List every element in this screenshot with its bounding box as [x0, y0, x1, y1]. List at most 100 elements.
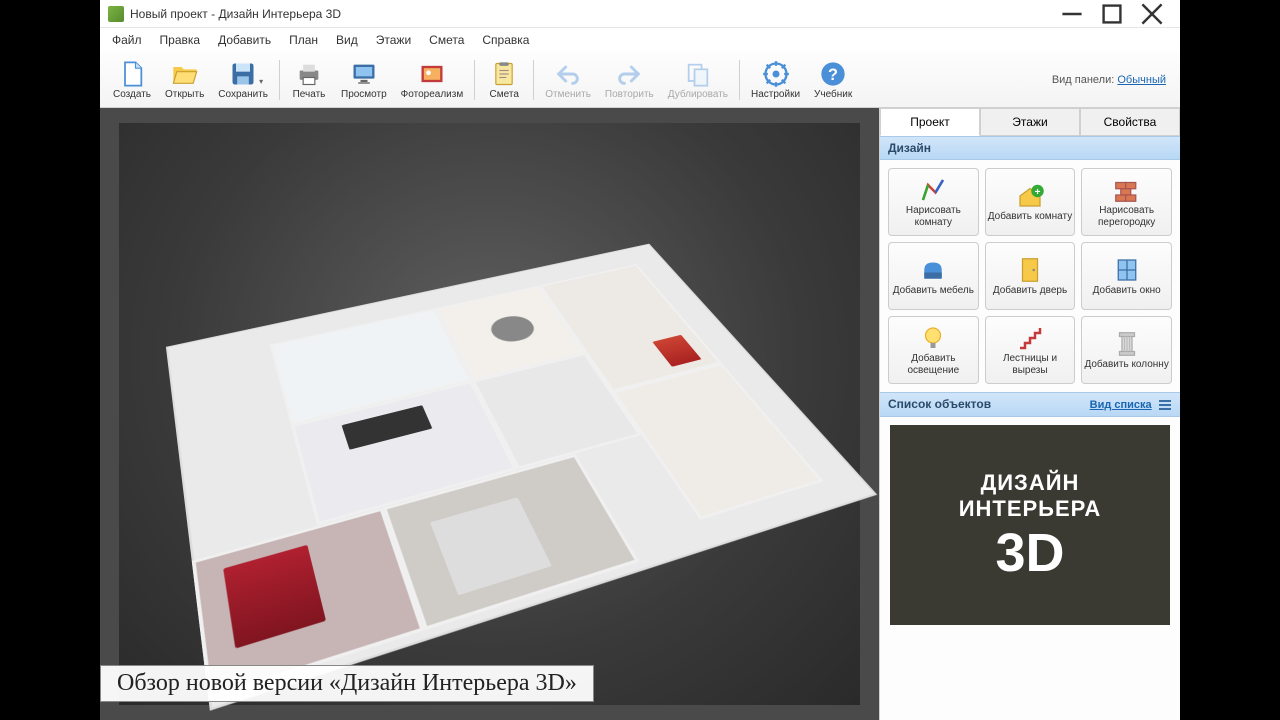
- menu-add[interactable]: Добавить: [210, 31, 279, 49]
- separator: [739, 60, 740, 100]
- open-label: Открыть: [165, 89, 204, 100]
- print-label: Печать: [293, 89, 326, 100]
- promo-banner: ДИЗАЙН ИНТЕРЬЕРА 3D: [890, 425, 1170, 625]
- menu-help[interactable]: Справка: [474, 31, 537, 49]
- add-room-icon: +: [1015, 181, 1045, 211]
- maximize-button[interactable]: [1092, 2, 1132, 26]
- estimate-button[interactable]: Смета: [479, 57, 529, 103]
- tab-floors[interactable]: Этажи: [980, 108, 1080, 135]
- light-icon: [918, 323, 948, 353]
- window-controls: [1052, 2, 1172, 26]
- furniture-icon: [918, 255, 948, 285]
- app-window: Новый проект - Дизайн Интерьера 3D Файл …: [100, 0, 1180, 720]
- menu-view[interactable]: Вид: [328, 31, 366, 49]
- close-button[interactable]: [1132, 2, 1172, 26]
- design-label: Нарисовать перегородку: [1084, 205, 1169, 229]
- duplicate-label: Дублировать: [668, 89, 728, 100]
- list-view-icon[interactable]: [1158, 398, 1172, 412]
- object-list-title: Список объектов: [888, 397, 991, 411]
- add-window-button[interactable]: Добавить окно: [1081, 242, 1172, 310]
- add-door-button[interactable]: Добавить дверь: [985, 242, 1076, 310]
- redo-button[interactable]: Повторить: [598, 57, 661, 103]
- add-room-button[interactable]: + Добавить комнату: [985, 168, 1076, 236]
- design-label: Добавить мебель: [893, 285, 974, 297]
- add-light-button[interactable]: Добавить освещение: [888, 316, 979, 384]
- design-label: Добавить освещение: [891, 353, 976, 377]
- preview-button[interactable]: Просмотр: [334, 57, 394, 103]
- design-header: Дизайн: [880, 136, 1180, 160]
- redo-label: Повторить: [605, 89, 654, 100]
- add-column-button[interactable]: Добавить колонну: [1081, 316, 1172, 384]
- object-list-header: Список объектов Вид списка: [880, 392, 1180, 417]
- printer-icon: [295, 60, 323, 88]
- separator: [474, 60, 475, 100]
- folder-open-icon: [171, 60, 199, 88]
- photoreal-button[interactable]: Фотореализм: [394, 57, 471, 103]
- design-label: Нарисовать комнату: [891, 205, 976, 229]
- workspace: Проект Этажи Свойства Дизайн Нарисовать …: [100, 108, 1180, 720]
- menu-plan[interactable]: План: [281, 31, 326, 49]
- photoreal-label: Фотореализм: [401, 89, 464, 100]
- design-label: Добавить дверь: [993, 285, 1067, 297]
- design-label: Добавить колонну: [1084, 359, 1168, 371]
- menu-edit[interactable]: Правка: [152, 31, 209, 49]
- render-icon: [418, 60, 446, 88]
- close-icon: [1132, 2, 1172, 26]
- redo-icon: [615, 60, 643, 88]
- menu-floors[interactable]: Этажи: [368, 31, 419, 49]
- side-panel: Проект Этажи Свойства Дизайн Нарисовать …: [880, 108, 1180, 720]
- print-button[interactable]: Печать: [284, 57, 334, 103]
- video-caption: Обзор новой версии «Дизайн Интерьера 3D»: [100, 665, 594, 702]
- tab-project[interactable]: Проект: [880, 108, 980, 136]
- minimize-button[interactable]: [1052, 2, 1092, 26]
- draw-room-button[interactable]: Нарисовать комнату: [888, 168, 979, 236]
- panel-mode-area: Вид панели: Обычный: [1052, 74, 1174, 86]
- toolbar: Создать Открыть ▾ Сохранить Печать: [100, 52, 1180, 108]
- render-canvas: [119, 123, 859, 704]
- open-button[interactable]: Открыть: [158, 57, 211, 103]
- draw-wall-button[interactable]: Нарисовать перегородку: [1081, 168, 1172, 236]
- tutorial-button[interactable]: ? Учебник: [807, 57, 859, 103]
- duplicate-icon: [684, 60, 712, 88]
- viewport-3d[interactable]: [100, 108, 880, 720]
- app-icon: [108, 6, 124, 22]
- save-button[interactable]: ▾ Сохранить: [211, 57, 275, 103]
- design-grid: Нарисовать комнату + Добавить комнату На…: [880, 160, 1180, 392]
- estimate-label: Смета: [490, 89, 519, 100]
- svg-text:+: +: [1035, 187, 1041, 198]
- design-label: Добавить комнату: [988, 211, 1072, 223]
- side-tabs: Проект Этажи Свойства: [880, 108, 1180, 136]
- undo-button[interactable]: Отменить: [538, 57, 598, 103]
- svg-text:?: ?: [828, 65, 838, 83]
- create-button[interactable]: Создать: [106, 57, 158, 103]
- panel-mode-link[interactable]: Обычный: [1117, 74, 1166, 86]
- help-icon: ?: [819, 60, 847, 88]
- wall-icon: [1112, 175, 1142, 205]
- promo-line1: ДИЗАЙН: [981, 470, 1080, 496]
- create-label: Создать: [113, 89, 151, 100]
- menu-file[interactable]: Файл: [104, 31, 150, 49]
- stairs-button[interactable]: Лестницы и вырезы: [985, 316, 1076, 384]
- new-file-icon: [118, 60, 146, 88]
- titlebar: Новый проект - Дизайн Интерьера 3D: [100, 0, 1180, 28]
- undo-icon: [554, 60, 582, 88]
- window-icon: [1112, 255, 1142, 285]
- design-label: Лестницы и вырезы: [988, 353, 1073, 377]
- tab-properties[interactable]: Свойства: [1080, 108, 1180, 135]
- list-view-link[interactable]: Вид списка: [1090, 399, 1152, 411]
- menu-estimate[interactable]: Смета: [421, 31, 472, 49]
- settings-button[interactable]: Настройки: [744, 57, 807, 103]
- add-furniture-button[interactable]: Добавить мебель: [888, 242, 979, 310]
- door-icon: [1015, 255, 1045, 285]
- separator: [533, 60, 534, 100]
- promo-line3: 3D: [995, 526, 1064, 580]
- separator: [279, 60, 280, 100]
- design-label: Добавить окно: [1093, 285, 1161, 297]
- clipboard-icon: [490, 60, 518, 88]
- duplicate-button[interactable]: Дублировать: [661, 57, 735, 103]
- monitor-icon: [350, 60, 378, 88]
- menubar: Файл Правка Добавить План Вид Этажи Смет…: [100, 28, 1180, 52]
- window-title: Новый проект - Дизайн Интерьера 3D: [130, 7, 1052, 21]
- column-icon: [1112, 329, 1142, 359]
- promo-line2: ИНТЕРЬЕРА: [959, 496, 1102, 522]
